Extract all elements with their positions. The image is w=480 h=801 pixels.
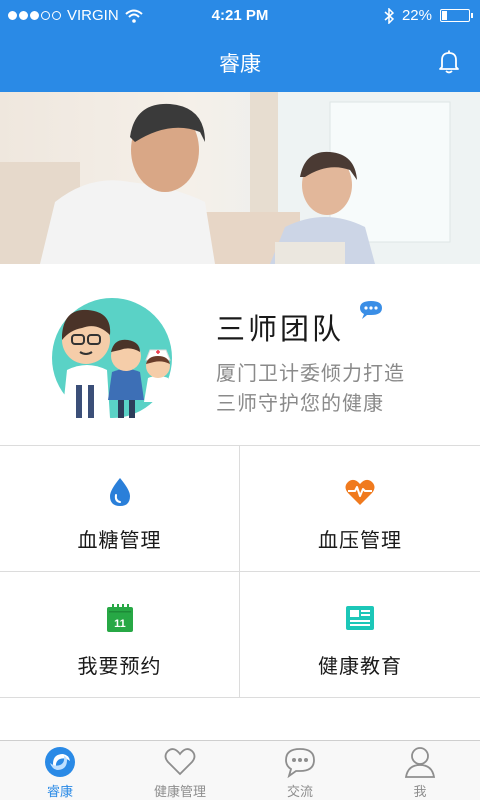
calendar-day: 11 xyxy=(114,618,126,630)
tab-label-health: 健康管理 xyxy=(153,785,206,800)
health-education-label: 健康教育 xyxy=(318,654,402,678)
tab-label-me: 我 xyxy=(413,785,427,800)
team-title: 三师团队 xyxy=(216,312,345,346)
ruikang-logo-icon xyxy=(45,747,75,777)
banner-photo xyxy=(0,92,480,264)
battery-percent: 22% xyxy=(401,7,432,24)
news-icon xyxy=(346,606,374,630)
blood-sugar-label: 血糖管理 xyxy=(77,528,162,552)
battery-icon xyxy=(440,9,473,22)
user-icon xyxy=(404,747,436,778)
team-slogan-line1: 厦门卫计委倾力打造 xyxy=(216,361,405,385)
tab-bar: 睿康 健康管理 交流 我 xyxy=(0,740,480,800)
chat-icon xyxy=(285,748,315,778)
blood-sugar-card[interactable]: 血糖管理 xyxy=(0,446,240,572)
tab-communication[interactable]: 交流 xyxy=(240,741,360,801)
tab-me[interactable]: 我 xyxy=(360,741,480,801)
appointment-card[interactable]: 11 我要预约 xyxy=(0,572,240,698)
heart-pulse-icon xyxy=(345,479,375,505)
status-right: 22% xyxy=(384,7,473,24)
doctor-team-illustration xyxy=(52,298,172,418)
tab-label-ruikang: 睿康 xyxy=(46,785,73,800)
team-slogan-line2: 三师守护您的健康 xyxy=(216,391,384,415)
tab-health-management[interactable]: 健康管理 xyxy=(120,741,240,801)
status-bar: VIRGIN 4:21 PM 22% xyxy=(0,0,480,32)
tab-ruikang[interactable]: 睿康 xyxy=(0,741,120,801)
banner-image[interactable] xyxy=(0,92,480,264)
bluetooth-icon xyxy=(384,7,394,24)
health-education-card[interactable]: 健康教育 xyxy=(240,572,480,698)
calendar-icon: 11 xyxy=(107,604,133,632)
tab-label-chat: 交流 xyxy=(286,785,313,800)
bell-icon[interactable] xyxy=(438,50,460,74)
appointment-label: 我要预约 xyxy=(77,654,162,678)
water-drop-icon xyxy=(110,478,130,506)
team-intro[interactable]: 三师团队 厦门卫计委倾力打造 三师守护您的健康 xyxy=(0,264,480,446)
blood-pressure-label: 血压管理 xyxy=(318,528,402,552)
feature-grid: 血糖管理 血压管理 11 我要预约 健康教育 xyxy=(0,446,480,698)
navigation-bar: 睿康 xyxy=(0,32,480,92)
chat-bubble-icon xyxy=(360,301,382,319)
blood-pressure-card[interactable]: 血压管理 xyxy=(240,446,480,572)
page-title: 睿康 xyxy=(219,52,261,76)
heart-outline-icon xyxy=(164,748,196,776)
